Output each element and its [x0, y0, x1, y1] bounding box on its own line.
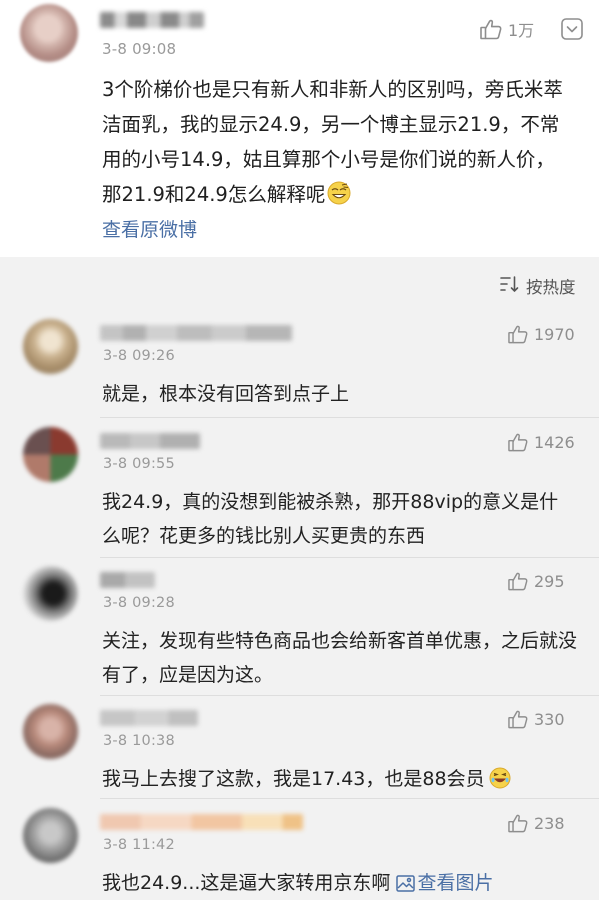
- post-content: 3个阶梯价也是只有新人和非新人的区别吗，旁氏米萃洁面乳，我的显示24.9，另一个…: [102, 72, 572, 212]
- avatar[interactable]: [23, 704, 78, 759]
- comments-section: 按热度 3-8 09:26 1970 就是，根本没有回答到点子上 3-8 09:…: [0, 257, 599, 900]
- comment-content: 我也24.9...这是逼大家转用京东啊 查看图片: [102, 866, 577, 900]
- thumbs-up-icon: [508, 572, 528, 591]
- avatar[interactable]: [23, 808, 78, 863]
- username-blurred[interactable]: [100, 433, 200, 449]
- comment-item: 3-8 11:42 238 我也24.9...这是逼大家转用京东啊 查看图片: [0, 808, 599, 900]
- comment-timestamp: 3-8 11:42: [103, 837, 175, 853]
- comment-timestamp: 3-8 09:55: [103, 456, 175, 472]
- thumbs-up-icon: [508, 325, 528, 344]
- thumbs-up-icon: [480, 19, 502, 40]
- like-button[interactable]: 330: [508, 710, 565, 729]
- grin-emoji-icon: [327, 181, 351, 205]
- view-original-post-link[interactable]: 查看原微博: [102, 215, 197, 242]
- view-image-link[interactable]: 查看图片: [396, 872, 494, 894]
- like-count: 1万: [508, 21, 535, 40]
- sort-by-hot-button[interactable]: 按热度: [500, 274, 576, 298]
- username-blurred[interactable]: [100, 572, 155, 588]
- view-image-label: 查看图片: [417, 872, 494, 894]
- like-button[interactable]: 1970: [508, 325, 575, 344]
- comment-item: 3-8 10:38 330 我马上去搜了这款，我是17.43，也是88会员: [0, 704, 599, 798]
- comment-text: 就是，根本没有回答到点子上: [102, 383, 350, 405]
- username-blurred[interactable]: [100, 814, 303, 830]
- comment-content: 我马上去搜了这款，我是17.43，也是88会员: [102, 762, 577, 796]
- laughing-emoji-icon: [489, 766, 511, 789]
- sort-label: 按热度: [526, 278, 576, 297]
- like-count: 1970: [534, 325, 575, 344]
- comment-text: 我24.9，真的没想到能被杀熟，那开88vip的意义是什么呢？花更多的钱比别人买…: [102, 491, 559, 547]
- like-button[interactable]: 1万: [480, 17, 534, 41]
- sort-lines-icon: [500, 275, 520, 297]
- avatar[interactable]: [23, 427, 78, 482]
- post-timestamp: 3-8 09:08: [102, 40, 177, 58]
- username-blurred[interactable]: [100, 325, 292, 341]
- comment-item: 3-8 09:26 1970 就是，根本没有回答到点子上: [0, 319, 599, 417]
- avatar[interactable]: [23, 566, 78, 621]
- like-count: 238: [534, 814, 565, 833]
- comment-text: 我也24.9...这是逼大家转用京东啊: [102, 872, 391, 894]
- avatar[interactable]: [20, 4, 78, 62]
- like-count: 295: [534, 572, 565, 591]
- comment-text: 关注，发现有些特色商品也会给新客首单优惠，之后就没有了，应是因为这。: [102, 630, 578, 686]
- avatar[interactable]: [23, 319, 78, 374]
- thumbs-up-icon: [508, 433, 528, 452]
- divider: [100, 417, 599, 418]
- thumbs-up-icon: [508, 710, 528, 729]
- comment-timestamp: 3-8 09:26: [103, 348, 175, 364]
- comment-item: 3-8 09:28 295 关注，发现有些特色商品也会给新客首单优惠，之后就没有…: [0, 566, 599, 691]
- like-button[interactable]: 295: [508, 572, 565, 591]
- chevron-down-icon[interactable]: [561, 18, 583, 44]
- comment-timestamp: 3-8 09:28: [103, 595, 175, 611]
- thumbs-up-icon: [508, 814, 528, 833]
- comment-timestamp: 3-8 10:38: [103, 733, 175, 749]
- divider: [100, 695, 599, 696]
- like-count: 330: [534, 710, 565, 729]
- main-post: 3-8 09:08 1万 3个阶梯价也是只有新人和非新人的区别吗，旁氏米萃洁面乳…: [0, 0, 599, 257]
- like-count: 1426: [534, 433, 575, 452]
- comment-text: 我马上去搜了这款，我是17.43，也是88会员: [102, 768, 485, 790]
- divider: [100, 557, 599, 558]
- username-blurred[interactable]: [100, 12, 204, 28]
- username-blurred[interactable]: [100, 710, 198, 726]
- like-button[interactable]: 1426: [508, 433, 575, 452]
- like-button[interactable]: 238: [508, 814, 565, 833]
- image-icon: [396, 869, 416, 900]
- divider: [100, 798, 599, 799]
- comment-item: 3-8 09:55 1426 我24.9，真的没想到能被杀熟，那开88vip的意…: [0, 427, 599, 555]
